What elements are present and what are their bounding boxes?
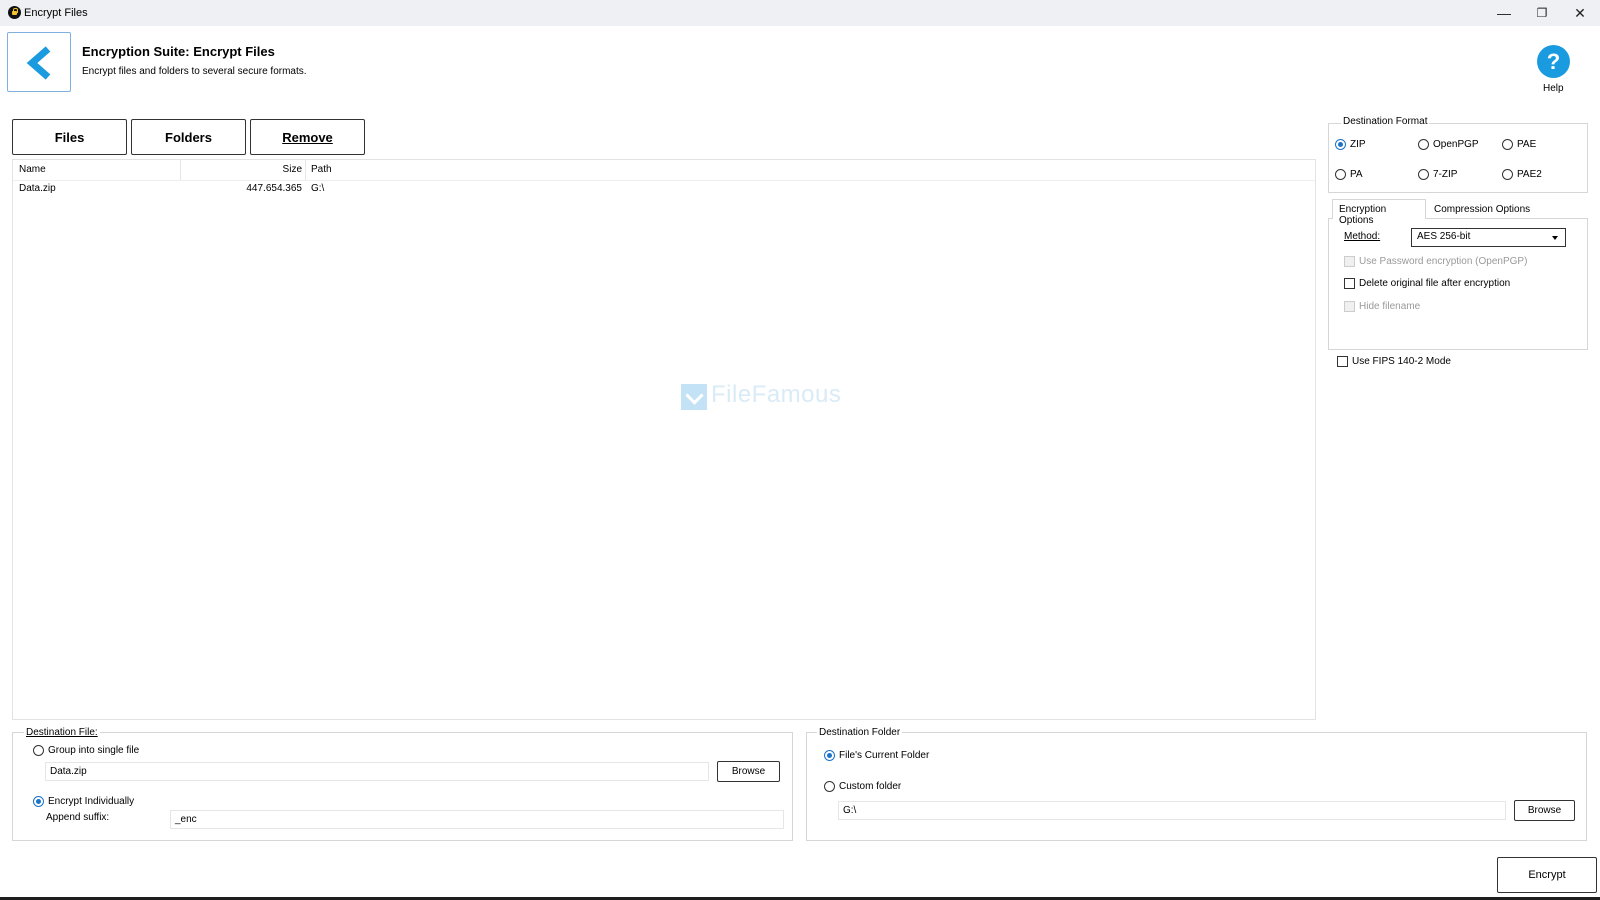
format-7zip-label[interactable]: 7-ZIP bbox=[1433, 169, 1457, 180]
format-7zip-radio[interactable] bbox=[1418, 169, 1429, 180]
chevron-down-icon[interactable] bbox=[1552, 236, 1558, 240]
encrypt-individually-radio[interactable] bbox=[33, 796, 44, 807]
encrypt-button[interactable]: Encrypt bbox=[1497, 857, 1597, 893]
fips-checkbox[interactable] bbox=[1337, 356, 1348, 367]
format-pa-label[interactable]: PA bbox=[1350, 169, 1363, 180]
hide-filename-label[interactable]: Hide filename bbox=[1359, 301, 1420, 312]
custom-folder-label[interactable]: Custom folder bbox=[839, 781, 901, 792]
column-header-size[interactable]: Size bbox=[180, 164, 302, 175]
format-pae-label[interactable]: PAE bbox=[1517, 139, 1536, 150]
file-list[interactable] bbox=[12, 159, 1316, 720]
browse-file-button[interactable]: Browse bbox=[717, 761, 780, 782]
delete-original-checkbox[interactable] bbox=[1344, 278, 1355, 289]
tab-compression-options[interactable]: Compression Options bbox=[1428, 200, 1536, 220]
format-pae2-radio[interactable] bbox=[1502, 169, 1513, 180]
format-zip-label[interactable]: ZIP bbox=[1350, 139, 1366, 150]
file-name-cell[interactable]: Data.zip bbox=[19, 183, 56, 194]
fips-label[interactable]: Use FIPS 140-2 Mode bbox=[1352, 356, 1451, 367]
group-single-file-radio[interactable] bbox=[33, 745, 44, 756]
format-zip-radio[interactable] bbox=[1335, 139, 1346, 150]
page-title: Encryption Suite: Encrypt Files bbox=[82, 44, 275, 59]
encrypt-individually-label[interactable]: Encrypt Individually bbox=[48, 796, 134, 807]
column-header-name[interactable]: Name bbox=[19, 164, 46, 175]
restore-button[interactable]: ❐ bbox=[1522, 0, 1562, 26]
file-path-cell[interactable]: G:\ bbox=[311, 183, 324, 194]
minimize-button[interactable]: — bbox=[1484, 0, 1524, 26]
column-header-path[interactable]: Path bbox=[311, 164, 332, 175]
destination-folder-group bbox=[806, 732, 1587, 841]
current-folder-radio[interactable] bbox=[824, 750, 835, 761]
folders-button[interactable]: Folders bbox=[131, 119, 246, 155]
append-suffix-input[interactable]: _enc bbox=[170, 810, 784, 829]
remove-button[interactable]: Remove bbox=[250, 119, 365, 155]
column-divider[interactable] bbox=[305, 159, 306, 181]
browse-folder-button[interactable]: Browse bbox=[1514, 800, 1575, 821]
close-button[interactable]: ✕ bbox=[1560, 0, 1600, 26]
use-password-checkbox[interactable] bbox=[1344, 256, 1355, 267]
chevron-left-icon bbox=[26, 46, 51, 80]
file-size-cell[interactable]: 447.654.365 bbox=[180, 183, 302, 194]
custom-folder-radio[interactable] bbox=[824, 781, 835, 792]
delete-original-label[interactable]: Delete original file after encryption bbox=[1359, 278, 1510, 289]
files-button[interactable]: Files bbox=[12, 119, 127, 155]
format-pa-radio[interactable] bbox=[1335, 169, 1346, 180]
page-subtitle: Encrypt files and folders to several sec… bbox=[82, 66, 307, 77]
destination-format-group bbox=[1328, 123, 1588, 193]
help-icon[interactable]: ? bbox=[1537, 45, 1570, 78]
custom-folder-input[interactable]: G:\ bbox=[838, 801, 1506, 820]
lock-app-icon bbox=[8, 6, 21, 19]
current-folder-label[interactable]: File's Current Folder bbox=[839, 750, 929, 761]
destination-folder-legend: Destination Folder bbox=[817, 727, 903, 738]
hide-filename-checkbox[interactable] bbox=[1344, 301, 1355, 312]
window-title: Encrypt Files bbox=[24, 7, 88, 19]
use-password-label[interactable]: Use Password encryption (OpenPGP) bbox=[1359, 256, 1527, 267]
header-divider bbox=[13, 180, 1315, 181]
destination-format-legend: Destination Format bbox=[1341, 116, 1430, 127]
append-suffix-label: Append suffix: bbox=[46, 812, 110, 823]
method-label: Method: bbox=[1344, 231, 1381, 242]
format-openpgp-label[interactable]: OpenPGP bbox=[1433, 139, 1479, 150]
destination-file-legend: Destination File: bbox=[24, 727, 100, 738]
watermark-logo-icon bbox=[681, 384, 707, 410]
watermark-text: FileFamous bbox=[711, 381, 842, 408]
help-label[interactable]: Help bbox=[1543, 83, 1564, 94]
format-pae2-label[interactable]: PAE2 bbox=[1517, 169, 1542, 180]
method-select[interactable]: AES 256-bit bbox=[1411, 228, 1566, 247]
format-pae-radio[interactable] bbox=[1502, 139, 1513, 150]
group-single-file-label[interactable]: Group into single file bbox=[48, 745, 139, 756]
format-openpgp-radio[interactable] bbox=[1418, 139, 1429, 150]
group-file-name-input[interactable]: Data.zip bbox=[45, 762, 709, 781]
back-button[interactable] bbox=[7, 32, 71, 92]
title-bar bbox=[0, 0, 1600, 26]
tab-encryption-options[interactable]: Encryption Options bbox=[1332, 199, 1426, 226]
